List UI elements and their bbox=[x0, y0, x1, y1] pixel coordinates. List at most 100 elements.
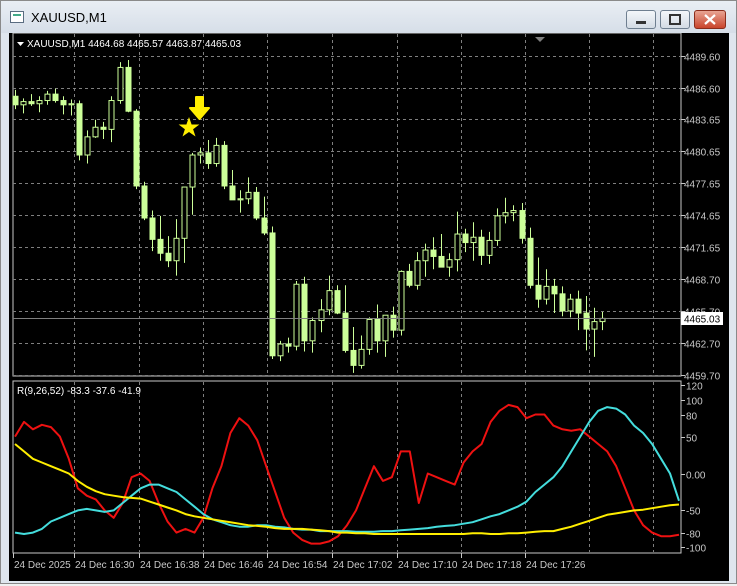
candle-body bbox=[510, 210, 517, 214]
indicator-series-line bbox=[14, 443, 680, 535]
candle-body bbox=[414, 260, 421, 286]
candle-body bbox=[285, 343, 292, 347]
candle-body bbox=[165, 252, 172, 262]
candle-body bbox=[454, 233, 461, 261]
chart-window: XAUUSD,M1 4489.60 4486.60 4483.65 4480.65 44… bbox=[0, 0, 737, 584]
indicator-axis-label: 0.00 bbox=[686, 471, 706, 482]
candle-body bbox=[221, 144, 228, 187]
candle-body bbox=[269, 232, 276, 357]
candle-body bbox=[261, 217, 268, 234]
price-axis-label: 4489.60 bbox=[684, 53, 721, 64]
chart-area[interactable]: 4489.60 4486.60 4483.65 4480.65 4477.65 4474.… bbox=[9, 32, 729, 581]
price-axis-label: 4480.65 bbox=[684, 148, 721, 159]
candle-body bbox=[350, 349, 357, 366]
candle-body bbox=[390, 314, 397, 331]
candle-body bbox=[301, 283, 308, 342]
time-axis-label: 24 Dec 17:18 bbox=[462, 560, 522, 571]
candle-body bbox=[245, 191, 252, 200]
candle-body bbox=[502, 212, 509, 217]
candle-body bbox=[52, 93, 59, 102]
close-button[interactable] bbox=[694, 10, 726, 29]
candle-body bbox=[575, 298, 582, 314]
candle-body bbox=[84, 136, 91, 156]
candle-body bbox=[229, 185, 236, 201]
candle-body bbox=[374, 318, 381, 342]
candle-body bbox=[68, 103, 75, 106]
candle-body bbox=[149, 217, 156, 240]
candle-body bbox=[591, 321, 598, 330]
time-axis-label: 24 Dec 17:26 bbox=[526, 560, 586, 571]
time-axis-label: 24 Dec 2025 bbox=[14, 560, 71, 571]
candle-body bbox=[326, 290, 333, 311]
candle-body bbox=[478, 236, 485, 256]
candle-body bbox=[559, 293, 566, 312]
candle-body bbox=[253, 191, 260, 219]
indicator-panel-frame bbox=[12, 380, 682, 554]
candle-body bbox=[462, 233, 469, 244]
time-axis-label: 24 Dec 17:10 bbox=[398, 560, 458, 571]
candle-body bbox=[20, 101, 27, 106]
indicator-axis-label: 80 bbox=[686, 412, 698, 423]
candle-body bbox=[117, 66, 124, 102]
indicator-axis-label: 120 bbox=[686, 382, 703, 393]
candle-body bbox=[133, 110, 140, 187]
chart-shift-icon[interactable] bbox=[535, 37, 545, 42]
minimize-button[interactable] bbox=[626, 10, 656, 29]
price-axis-label: 4471.65 bbox=[684, 244, 721, 255]
candle-body bbox=[527, 237, 534, 286]
candle-body bbox=[277, 343, 284, 357]
candle-body bbox=[422, 249, 429, 262]
indicator-axis-label: -100 bbox=[686, 544, 706, 555]
price-panel-header: XAUUSD,M1 4464.68 4465.57 4463.87 4465.0… bbox=[27, 39, 241, 50]
candle-body bbox=[358, 348, 365, 366]
candle-body bbox=[237, 198, 244, 201]
candle-body bbox=[100, 126, 107, 130]
indicator-axis-label: 50 bbox=[686, 434, 698, 445]
candle-body bbox=[293, 283, 300, 347]
time-axis-label: 24 Dec 16:30 bbox=[75, 560, 135, 571]
dropdown-arrow-icon[interactable] bbox=[17, 42, 24, 46]
candle-body bbox=[535, 284, 542, 300]
price-axis-label: 4483.65 bbox=[684, 116, 721, 127]
candle-body bbox=[406, 270, 413, 286]
time-axis-label: 24 Dec 16:54 bbox=[268, 560, 328, 571]
maximize-icon bbox=[669, 14, 681, 25]
indicator-series-line bbox=[14, 403, 680, 545]
candle-body bbox=[366, 318, 373, 350]
title-bar[interactable]: XAUUSD,M1 bbox=[1, 1, 736, 33]
candle-body bbox=[125, 66, 132, 112]
candle-body bbox=[567, 298, 574, 312]
candle-body bbox=[92, 126, 99, 138]
maximize-button[interactable] bbox=[660, 10, 690, 29]
candle-body bbox=[382, 314, 389, 342]
minimize-icon bbox=[636, 21, 646, 24]
candle-body bbox=[470, 236, 477, 244]
indicator-lines bbox=[14, 403, 680, 545]
candle-body bbox=[543, 285, 550, 300]
price-axis-label: 4474.65 bbox=[684, 212, 721, 223]
price-axis-label: 4462.70 bbox=[684, 340, 721, 351]
candle-body bbox=[141, 185, 148, 219]
candle-body bbox=[398, 270, 405, 331]
down-arrow-icon[interactable] bbox=[189, 96, 210, 120]
chart-window-icon bbox=[10, 11, 24, 23]
candle-body bbox=[583, 312, 590, 330]
candle-body bbox=[430, 249, 437, 257]
candle-body bbox=[44, 93, 51, 102]
price-axis-label: 4468.70 bbox=[684, 276, 721, 287]
time-axis-label: 24 Dec 17:02 bbox=[333, 560, 393, 571]
candle-body bbox=[334, 290, 341, 314]
candle-body bbox=[108, 100, 115, 130]
time-axis-label: 24 Dec 16:38 bbox=[140, 560, 200, 571]
chart-canvas[interactable]: 4489.60 4486.60 4483.65 4480.65 4477.65 4474.… bbox=[9, 32, 729, 581]
price-axis-label: 4486.60 bbox=[684, 85, 721, 96]
close-icon bbox=[704, 14, 716, 25]
candle-body bbox=[446, 259, 453, 268]
candle-body bbox=[28, 101, 35, 105]
indicator-header: R(9,26,52) -83.3 -37.6 -41.9 bbox=[17, 386, 141, 397]
time-axis-label: 24 Dec 16:46 bbox=[204, 560, 264, 571]
candle-body bbox=[205, 152, 212, 165]
candle-body bbox=[76, 103, 83, 156]
candle-body bbox=[181, 186, 188, 239]
candle-body bbox=[494, 215, 501, 241]
